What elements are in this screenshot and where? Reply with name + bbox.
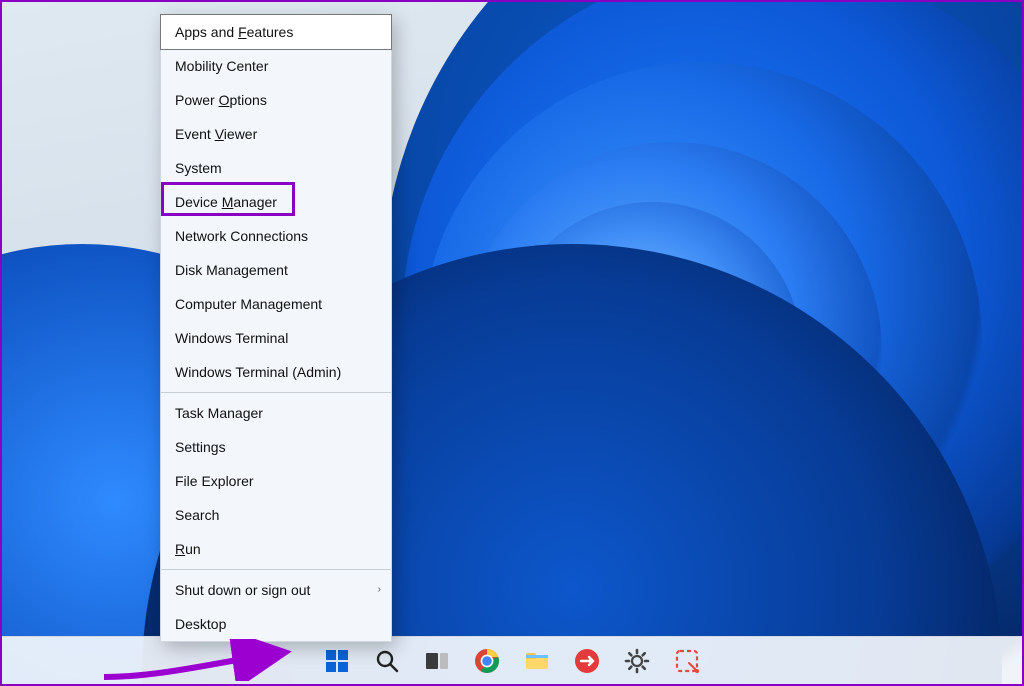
search-icon	[373, 647, 401, 675]
menu-item-settings[interactable]: Settings	[161, 430, 391, 464]
taskview-icon	[423, 647, 451, 675]
menu-item-task-manager[interactable]: Task Manager	[161, 396, 391, 430]
app-round-icon	[573, 647, 601, 675]
menu-item-disk-management[interactable]: Disk Management	[161, 253, 391, 287]
menu-item-power-options[interactable]: Power Options	[161, 83, 391, 117]
taskbar-app-round-button[interactable]	[567, 641, 607, 681]
menu-item-apps-and-features[interactable]: Apps and Features	[160, 14, 392, 50]
menu-item-shut-down-or-sign-out[interactable]: Shut down or sign out›	[161, 573, 391, 607]
explorer-icon	[523, 647, 551, 675]
settings-icon	[623, 647, 651, 675]
menu-item-device-manager[interactable]: Device Manager	[161, 185, 391, 219]
menu-separator	[161, 392, 391, 393]
winx-context-menu: Apps and FeaturesMobility CenterPower Op…	[160, 14, 392, 642]
desktop: Apps and FeaturesMobility CenterPower Op…	[2, 2, 1022, 684]
menu-separator	[161, 569, 391, 570]
menu-item-windows-terminal-admin-[interactable]: Windows Terminal (Admin)	[161, 355, 391, 389]
start-icon	[323, 647, 351, 675]
menu-item-search[interactable]: Search	[161, 498, 391, 532]
menu-item-run[interactable]: Run	[161, 532, 391, 566]
chrome-icon	[473, 647, 501, 675]
chevron-right-icon: ›	[378, 581, 381, 599]
menu-item-mobility-center[interactable]: Mobility Center	[161, 49, 391, 83]
menu-item-desktop[interactable]: Desktop	[161, 607, 391, 641]
taskbar-explorer-button[interactable]	[517, 641, 557, 681]
snip-icon	[673, 647, 701, 675]
taskbar-taskview-button[interactable]	[417, 641, 457, 681]
annotation-arrow-to-start	[102, 639, 292, 681]
menu-item-event-viewer[interactable]: Event Viewer	[161, 117, 391, 151]
menu-item-file-explorer[interactable]: File Explorer	[161, 464, 391, 498]
taskbar-search-button[interactable]	[367, 641, 407, 681]
taskbar-start-button[interactable]	[317, 641, 357, 681]
menu-item-windows-terminal[interactable]: Windows Terminal	[161, 321, 391, 355]
menu-item-system[interactable]: System	[161, 151, 391, 185]
taskbar-chrome-button[interactable]	[467, 641, 507, 681]
menu-item-computer-management[interactable]: Computer Management	[161, 287, 391, 321]
taskbar-snip-button[interactable]	[667, 641, 707, 681]
menu-item-network-connections[interactable]: Network Connections	[161, 219, 391, 253]
taskbar-settings-button[interactable]	[617, 641, 657, 681]
